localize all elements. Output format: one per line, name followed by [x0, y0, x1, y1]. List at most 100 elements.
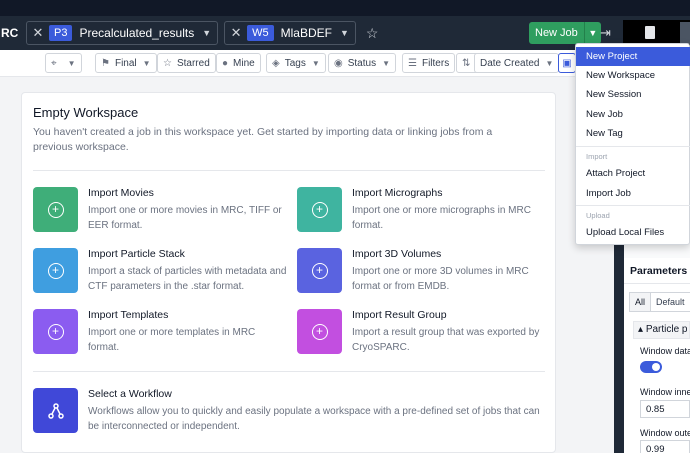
- item-description: Import a stack of particles with metadat…: [88, 266, 287, 292]
- document-icon[interactable]: [645, 26, 655, 39]
- import-micrographs-item[interactable]: + Import Micrographs Import one or more …: [297, 187, 557, 235]
- import-movies-icon-box: +: [33, 187, 78, 232]
- tag-icon: ◈: [272, 57, 280, 69]
- tags-filter-button[interactable]: ◈ Tags ▼: [266, 53, 326, 73]
- app-name: RC: [1, 26, 19, 40]
- item-title: Import 3D Volumes: [352, 248, 442, 260]
- item-title: Import Movies: [88, 187, 154, 199]
- new-job-button[interactable]: New Job: [529, 22, 585, 44]
- star-icon[interactable]: ☆: [366, 25, 379, 42]
- new-job-dropdown-menu: New Project New Workspace New Session Ne…: [575, 43, 690, 245]
- import-movies-item[interactable]: + Import Movies Import one or more movie…: [33, 187, 293, 235]
- chevron-down-icon: ▼: [382, 58, 391, 68]
- item-description: Import one or more micrographs in MRC fo…: [352, 205, 531, 231]
- status-filter-label: Status: [347, 57, 377, 69]
- exit-icon[interactable]: ⇥: [600, 25, 611, 41]
- chevron-down-icon[interactable]: ▼: [584, 22, 601, 44]
- divider: [33, 170, 545, 171]
- param-label: Window data: [640, 346, 690, 356]
- mine-filter-button[interactable]: ● Mine: [216, 53, 261, 73]
- select-workflow-icon-box: [33, 388, 78, 433]
- final-filter-button[interactable]: ⚑ Final ▼: [95, 53, 157, 73]
- tab-project[interactable]: ✕ P3 Precalculated_results ▼: [26, 21, 219, 45]
- menu-item-import-job[interactable]: Import Job: [576, 184, 690, 203]
- chevron-down-icon: ▼: [142, 58, 151, 68]
- chevron-down-icon[interactable]: ▼: [340, 28, 349, 38]
- param-label: Window oute: [640, 428, 690, 438]
- import-templates-item[interactable]: + Import Templates Import one or more te…: [33, 309, 293, 357]
- menu-item-new-session[interactable]: New Session: [576, 85, 690, 104]
- sort-by-select[interactable]: Date Created ▼: [474, 53, 560, 73]
- parameter-filter-segment: All Default: [629, 292, 690, 312]
- plus-icon: +: [311, 201, 328, 218]
- plus-icon: +: [311, 262, 328, 279]
- filters-button[interactable]: ☰ Filters: [402, 53, 456, 73]
- chevron-down-icon[interactable]: ▼: [202, 28, 211, 38]
- card-view-icon: ▣: [562, 57, 572, 69]
- flag-icon: ⚑: [101, 57, 110, 69]
- import-particle-stack-item[interactable]: + Import Particle Stack Import a stack o…: [33, 248, 293, 296]
- view-toggle-button[interactable]: ▣: [558, 53, 576, 73]
- filter-icon: ☰: [408, 57, 417, 69]
- particle-params-group[interactable]: ▴ Particle p: [633, 321, 690, 339]
- item-title: Import Templates: [88, 309, 169, 321]
- menu-item-attach-project[interactable]: Attach Project: [576, 164, 690, 183]
- menu-item-new-job[interactable]: New Job: [576, 105, 690, 124]
- user-icon: ●: [222, 57, 229, 69]
- import-3d-volumes-item[interactable]: + Import 3D Volumes Import one or more 3…: [297, 248, 557, 296]
- window-data-toggle[interactable]: [640, 361, 662, 373]
- final-filter-label: Final: [114, 57, 137, 69]
- project-tab-label: Precalculated_results: [79, 26, 195, 40]
- divider: [33, 371, 545, 372]
- item-description: Workflows allow you to quickly and easil…: [88, 406, 540, 432]
- chevron-down-icon: ▼: [545, 58, 554, 68]
- caret-up-icon: ▴: [638, 324, 644, 335]
- select-workflow-item[interactable]: Select a Workflow Workflows allow you to…: [33, 388, 548, 436]
- item-title: Import Micrographs: [352, 187, 443, 199]
- menu-item-upload-local-files[interactable]: Upload Local Files: [576, 223, 690, 242]
- menu-divider: [576, 205, 690, 206]
- menu-item-new-workspace[interactable]: New Workspace: [576, 66, 690, 85]
- param-label: Window inne: [640, 387, 690, 397]
- filters-label: Filters: [421, 57, 450, 69]
- seg-all-button[interactable]: All: [629, 292, 652, 312]
- close-icon[interactable]: ✕: [31, 25, 45, 41]
- window-outer-input[interactable]: 0.99: [640, 440, 690, 453]
- workspace-tab-label: MlaBDEF: [280, 26, 332, 40]
- menu-item-new-project[interactable]: New Project: [576, 47, 690, 66]
- workflow-icon: [47, 402, 64, 419]
- plus-icon: +: [311, 323, 328, 340]
- import-result-group-item[interactable]: + Import Result Group Import a result gr…: [297, 309, 557, 357]
- chevron-down-icon: ▼: [67, 58, 76, 68]
- workspace-badge: W5: [247, 25, 274, 41]
- crosshair-icon: ⌖: [51, 57, 57, 69]
- item-title: Select a Workflow: [88, 388, 172, 400]
- status-filter-button[interactable]: ◉ Status ▼: [328, 53, 397, 73]
- item-description: Import one or more movies in MRC, TIFF o…: [88, 205, 282, 231]
- sort-by-label: Date Created: [480, 57, 540, 69]
- toolbar-button[interactable]: [680, 22, 690, 44]
- plus-icon: +: [47, 201, 64, 218]
- tab-workspace[interactable]: ✕ W5 MlaBDEF ▼: [224, 21, 356, 45]
- seg-default-button[interactable]: Default: [651, 292, 690, 312]
- menu-section-upload: Upload: [586, 211, 610, 220]
- plus-icon: +: [47, 323, 64, 340]
- sort-icon: ⇅: [462, 57, 471, 69]
- parameters-header: Parameters: [624, 258, 690, 284]
- import-templates-icon-box: +: [33, 309, 78, 354]
- import-micrographs-icon-box: +: [297, 187, 342, 232]
- empty-workspace-card: Empty Workspace You haven't created a jo…: [21, 92, 556, 453]
- menu-item-new-tag[interactable]: New Tag: [576, 124, 690, 143]
- starred-filter-label: Starred: [176, 57, 210, 69]
- window-inner-input[interactable]: 0.85: [640, 400, 690, 418]
- chevron-down-icon: ▼: [311, 58, 320, 68]
- project-badge: P3: [49, 25, 73, 41]
- import-result-group-icon-box: +: [297, 309, 342, 354]
- group-label: Particle p: [645, 324, 688, 335]
- close-icon[interactable]: ✕: [229, 25, 243, 41]
- status-icon: ◉: [334, 57, 343, 69]
- crosshair-filter-button[interactable]: ⌖ ▼: [45, 53, 82, 73]
- item-description: Import one or more templates in MRC form…: [88, 327, 256, 353]
- window-top-strip: [0, 0, 690, 16]
- starred-filter-button[interactable]: ☆ Starred: [157, 53, 216, 73]
